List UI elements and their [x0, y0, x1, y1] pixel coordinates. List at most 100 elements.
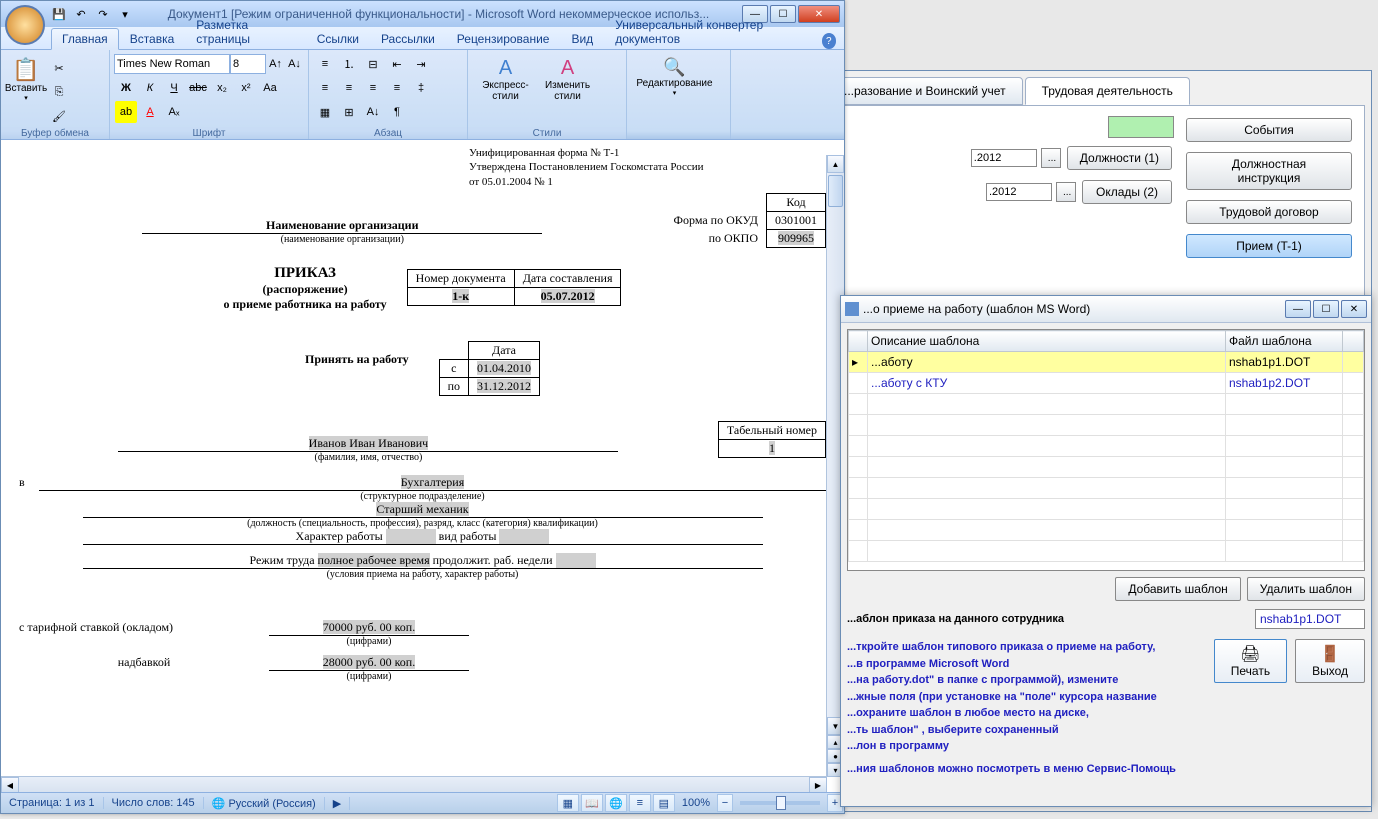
show-marks-icon[interactable]: ¶: [386, 101, 408, 123]
save-icon[interactable]: 💾: [49, 4, 69, 24]
tab-references[interactable]: Ссылки: [306, 28, 370, 49]
template-row[interactable]: [849, 499, 1364, 520]
italic-icon[interactable]: К: [139, 77, 161, 99]
date-picker-btn-2[interactable]: ...: [1056, 182, 1076, 202]
align-left-icon[interactable]: ≡: [314, 77, 336, 99]
tab-converter[interactable]: Универсальный конвертер документов: [604, 14, 821, 49]
zoom-thumb[interactable]: [776, 796, 786, 810]
font-size-combo[interactable]: [230, 54, 266, 74]
office-button[interactable]: [5, 5, 45, 45]
positions-button[interactable]: Должности (1): [1067, 146, 1172, 170]
zoom-value[interactable]: 100%: [676, 797, 716, 809]
tab-education[interactable]: ...разование и Воинский учет: [827, 77, 1023, 105]
dlg-close-button[interactable]: ✕: [1341, 300, 1367, 318]
bold-icon[interactable]: Ж: [115, 77, 137, 99]
superscript-icon[interactable]: x²: [235, 77, 257, 99]
tab-view[interactable]: Вид: [560, 28, 604, 49]
cut-icon[interactable]: ✂: [48, 57, 70, 79]
events-button[interactable]: События: [1186, 118, 1352, 142]
template-grid[interactable]: Описание шаблонаФайл шаблона ▸...аботуns…: [847, 329, 1365, 571]
status-lang[interactable]: 🌐 Русский (Россия): [204, 797, 325, 810]
date-picker-btn-1[interactable]: ...: [1041, 148, 1061, 168]
justify-icon[interactable]: ≡: [386, 77, 408, 99]
document-area[interactable]: Унифицированная форма № Т-1 Утверждена П…: [1, 139, 844, 793]
priem-button[interactable]: Прием (T-1): [1186, 234, 1352, 258]
contract-button[interactable]: Трудовой договор: [1186, 200, 1352, 224]
col-description[interactable]: Описание шаблона: [868, 331, 1226, 352]
subscript-icon[interactable]: x₂: [211, 77, 233, 99]
indent-inc-icon[interactable]: ⇥: [410, 53, 432, 75]
green-input[interactable]: [1108, 116, 1174, 138]
numbering-icon[interactable]: ⒈: [338, 53, 360, 75]
print-button[interactable]: 🖨Печать: [1214, 639, 1287, 683]
dlg-maximize-button[interactable]: ☐: [1313, 300, 1339, 318]
multilevel-icon[interactable]: ⊟: [362, 53, 384, 75]
underline-icon[interactable]: Ч: [163, 77, 185, 99]
dlg-minimize-button[interactable]: —: [1285, 300, 1311, 318]
indent-dec-icon[interactable]: ⇤: [386, 53, 408, 75]
template-row[interactable]: [849, 520, 1364, 541]
instruction-button[interactable]: Должностная инструкция: [1186, 152, 1352, 190]
copy-icon[interactable]: ⎘: [48, 81, 70, 103]
strike-icon[interactable]: abc: [187, 77, 209, 99]
view-print-icon[interactable]: ▦: [557, 794, 579, 812]
scroll-right-icon[interactable]: ▶: [809, 777, 827, 793]
zoom-out-icon[interactable]: −: [717, 794, 733, 812]
bullets-icon[interactable]: ≡: [314, 53, 336, 75]
shrink-font-icon[interactable]: A↓: [286, 53, 303, 75]
change-styles-button[interactable]: AИзменить стили: [539, 52, 596, 123]
highlight-icon[interactable]: ab: [115, 101, 137, 123]
template-row[interactable]: [849, 415, 1364, 436]
template-row[interactable]: ...аботу с КТУnshab1p2.DOT: [849, 373, 1364, 394]
template-row[interactable]: [849, 541, 1364, 562]
tab-pagelayout[interactable]: Разметка страницы: [185, 14, 305, 49]
grow-font-icon[interactable]: A↑: [267, 53, 284, 75]
horizontal-scrollbar[interactable]: ◀ ▶: [1, 776, 827, 793]
view-outline-icon[interactable]: ≡: [629, 794, 651, 812]
view-read-icon[interactable]: 📖: [581, 794, 603, 812]
font-color-icon[interactable]: A: [139, 101, 161, 123]
template-row[interactable]: [849, 478, 1364, 499]
date-to-input[interactable]: [986, 183, 1052, 201]
template-row[interactable]: ▸...аботуnshab1p1.DOT: [849, 352, 1364, 373]
template-row[interactable]: [849, 436, 1364, 457]
col-filename[interactable]: Файл шаблона: [1226, 331, 1343, 352]
express-styles-button[interactable]: AЭкспресс-стили: [472, 52, 539, 123]
tab-review[interactable]: Рецензирование: [446, 28, 561, 49]
font-name-combo[interactable]: [114, 54, 230, 74]
employee-template-file[interactable]: nshab1p1.DOT: [1255, 609, 1365, 629]
scroll-up-icon[interactable]: ▲: [827, 155, 844, 173]
qat-dropdown-icon[interactable]: ▾: [115, 4, 135, 24]
add-template-button[interactable]: Добавить шаблон: [1115, 577, 1240, 601]
undo-icon[interactable]: ↶: [71, 4, 91, 24]
editing-button[interactable]: 🔍Редактирование▾: [631, 52, 718, 123]
align-center-icon[interactable]: ≡: [338, 77, 360, 99]
paste-button[interactable]: 📋Вставить▾: [5, 52, 47, 123]
line-spacing-icon[interactable]: ‡: [410, 77, 432, 99]
salaries-button[interactable]: Оклады (2): [1082, 180, 1172, 204]
redo-icon[interactable]: ↷: [93, 4, 113, 24]
clear-format-icon[interactable]: Aₓ: [163, 101, 185, 123]
sort-icon[interactable]: A↓: [362, 101, 384, 123]
scroll-left-icon[interactable]: ◀: [1, 777, 19, 793]
status-words[interactable]: Число слов: 145: [104, 797, 204, 809]
exit-button[interactable]: 🚪Выход: [1295, 639, 1365, 683]
tab-insert[interactable]: Вставка: [119, 28, 186, 49]
view-web-icon[interactable]: 🌐: [605, 794, 627, 812]
date-from-input[interactable]: [971, 149, 1037, 167]
change-case-icon[interactable]: Aa: [259, 77, 281, 99]
tab-mailings[interactable]: Рассылки: [370, 28, 446, 49]
template-row[interactable]: [849, 394, 1364, 415]
scroll-thumb[interactable]: [828, 175, 843, 207]
format-painter-icon[interactable]: 🖌: [48, 105, 70, 127]
view-draft-icon[interactable]: ▤: [653, 794, 675, 812]
status-macro[interactable]: ▶: [325, 797, 350, 810]
borders-icon[interactable]: ⊞: [338, 101, 360, 123]
zoom-slider[interactable]: [740, 801, 820, 805]
delete-template-button[interactable]: Удалить шаблон: [1247, 577, 1365, 601]
status-page[interactable]: Страница: 1 из 1: [1, 797, 104, 809]
tab-labor[interactable]: Трудовая деятельность: [1025, 77, 1190, 105]
align-right-icon[interactable]: ≡: [362, 77, 384, 99]
template-row[interactable]: [849, 457, 1364, 478]
shading-icon[interactable]: ▦: [314, 101, 336, 123]
